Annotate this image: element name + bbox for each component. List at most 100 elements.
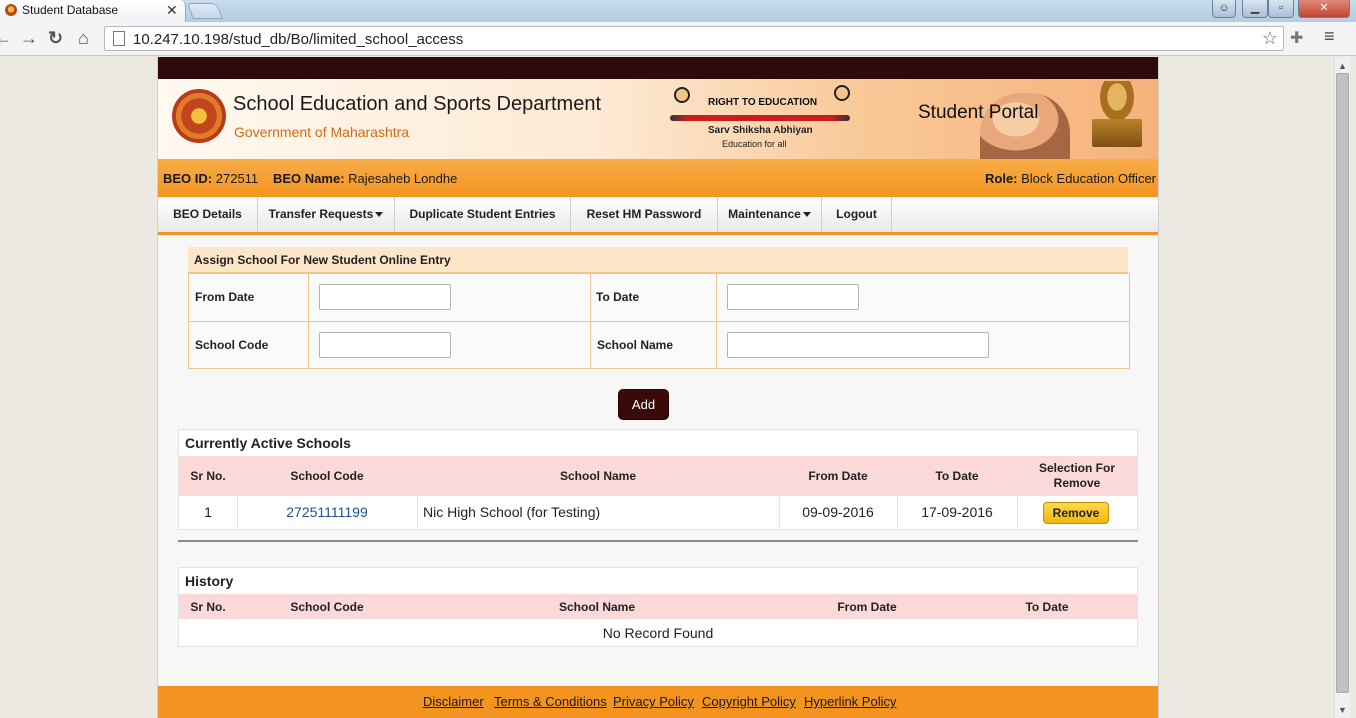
row-from-date: 09-09-2016: [802, 504, 874, 520]
page-icon: [113, 31, 125, 46]
back-icon[interactable]: ←: [0, 28, 12, 48]
rte-title: RIGHT TO EDUCATION: [708, 97, 818, 108]
user-icon[interactable]: ☺: [1212, 0, 1236, 18]
reload-icon[interactable]: ↻: [48, 28, 63, 48]
footer-link-hyperlink[interactable]: Hyperlink Policy: [804, 694, 896, 709]
forward-icon[interactable]: →: [20, 28, 38, 48]
menu-icon[interactable]: ≡: [1324, 26, 1335, 47]
footer-link-copyright[interactable]: Copyright Policy: [702, 694, 796, 709]
assign-school-form: From Date To Date School Code School Nam…: [188, 273, 1130, 369]
nav-beo-details[interactable]: BEO Details: [158, 197, 258, 232]
beo-name-value: Rajesaheb Londhe: [348, 171, 458, 186]
page-footer: Disclaimer Terms & Conditions Privacy Po…: [158, 686, 1158, 718]
page-scrollbar[interactable]: ▲ ▼: [1334, 57, 1350, 718]
caret-down-icon: [802, 212, 811, 218]
rte-subtitle: Sarv Shiksha Abhiyan: [708, 125, 813, 136]
history-title: History: [185, 573, 234, 589]
department-name: School Education and Sports Department: [233, 93, 601, 115]
col-sr-no: Sr No.: [190, 469, 226, 483]
government-name: Government of Maharashtra: [234, 124, 410, 140]
remove-button[interactable]: Remove: [1043, 502, 1109, 524]
school-code-label: School Code: [195, 338, 269, 352]
url-text[interactable]: 10.247.10.198/stud_db/Bo/limited_school_…: [133, 31, 463, 48]
school-name-input[interactable]: [727, 332, 989, 358]
school-code-input[interactable]: [319, 332, 451, 358]
address-bar[interactable]: 10.247.10.198/stud_db/Bo/limited_school_…: [104, 26, 1284, 51]
nav-duplicate-student-entries[interactable]: Duplicate Student Entries: [395, 197, 571, 232]
row-school-code-link[interactable]: 27251111199: [237, 504, 417, 520]
role-value: Block Education Officer: [1021, 171, 1157, 186]
child-icon: [834, 85, 850, 101]
cell-divider: [417, 496, 418, 529]
star-icon[interactable]: ☆: [1262, 28, 1278, 49]
to-date-input[interactable]: [727, 284, 859, 310]
nav-label: Transfer Requests: [268, 207, 374, 221]
col-school-name: School Name: [559, 469, 637, 483]
browser-tab[interactable]: Student Database ✕: [0, 0, 186, 22]
school-name-label: School Name: [597, 338, 674, 352]
minimize-icon[interactable]: ▁: [1242, 0, 1268, 18]
role: Role: Block Education Officer: [985, 171, 1156, 186]
browser-tabstrip: Student Database ✕ ☺ ▁ ▫ ✕: [0, 0, 1356, 22]
main-nav: BEO Details Transfer Requests Duplicate …: [158, 197, 1158, 235]
nav-maintenance[interactable]: Maintenance: [718, 197, 822, 232]
tab-title: Student Database: [22, 3, 119, 17]
nav-label: Duplicate Student Entries: [409, 207, 556, 221]
favicon-icon: [5, 4, 17, 16]
header-banner: School Education and Sports Department G…: [158, 79, 1158, 159]
maximize-icon[interactable]: ▫: [1268, 0, 1294, 18]
beo-id-label: BEO ID:: [163, 171, 213, 186]
top-bar: [158, 57, 1158, 79]
new-tab-button[interactable]: [187, 3, 223, 19]
col-school-name: School Name: [558, 600, 636, 614]
col-selection-for-remove: Selection For Remove: [1038, 461, 1115, 490]
footer-link-terms[interactable]: Terms & Conditions: [494, 694, 607, 709]
col-to-date: To Date: [935, 469, 979, 483]
row-sr-no: 1: [204, 504, 212, 520]
nav-transfer-requests[interactable]: Transfer Requests: [258, 197, 395, 232]
col-from-date: From Date: [808, 469, 868, 483]
active-schools-title: Currently Active Schools: [185, 435, 351, 451]
beo-name: BEO Name: Rajesaheb Londhe: [273, 171, 457, 186]
nav-logout[interactable]: Logout: [822, 197, 892, 232]
from-date-label: From Date: [195, 290, 255, 304]
role-label: Role:: [985, 171, 1018, 186]
window-close-icon[interactable]: ✕: [1298, 0, 1350, 18]
browser-toolbar: ← → ↻ ⌂ 10.247.10.198/stud_db/Bo/limited…: [0, 22, 1356, 56]
portal-title: Student Portal: [918, 102, 1039, 123]
close-icon[interactable]: ✕: [166, 2, 178, 19]
beo-name-label: BEO Name:: [273, 171, 345, 186]
section-divider: [178, 540, 1138, 542]
emblem-base: [1092, 119, 1142, 147]
scroll-up-icon[interactable]: ▲: [1338, 61, 1347, 71]
nav-label: BEO Details: [173, 207, 242, 221]
scroll-down-icon[interactable]: ▼: [1338, 705, 1347, 715]
footer-link-disclaimer[interactable]: Disclaimer: [423, 694, 484, 709]
extension-icon[interactable]: ✚: [1290, 28, 1303, 48]
beo-id-value: 272511: [215, 171, 259, 186]
col-sr-no: Sr No.: [190, 600, 226, 614]
child-icon: [674, 87, 690, 103]
beo-id: BEO ID: 272511: [163, 171, 258, 186]
row-to-date: 17-09-2016: [921, 504, 993, 520]
maharashtra-emblem-icon: [172, 89, 226, 143]
active-schools-section: Currently Active Schools Sr No. School C…: [178, 429, 1138, 530]
pencil-icon: [670, 115, 850, 121]
col-school-code: School Code: [290, 469, 364, 483]
home-icon[interactable]: ⌂: [78, 28, 89, 48]
footer-link-privacy[interactable]: Privacy Policy: [613, 694, 694, 709]
nav-reset-hm-password[interactable]: Reset HM Password: [571, 197, 718, 232]
nav-label: Logout: [836, 207, 877, 221]
caret-down-icon: [375, 212, 384, 218]
rte-tagline: Education for all: [722, 139, 787, 149]
from-date-input[interactable]: [319, 284, 451, 310]
nav-label: Reset HM Password: [586, 207, 702, 221]
history-table-header: Sr No. School Code School Name From Date…: [179, 594, 1137, 619]
to-date-label: To Date: [596, 290, 640, 304]
cell-divider: [1017, 496, 1018, 529]
scroll-thumb[interactable]: [1336, 73, 1349, 693]
add-button[interactable]: Add: [618, 389, 669, 420]
row-school-name: Nic High School (for Testing): [423, 504, 601, 520]
active-table-header: Sr No. School Code School Name From Date…: [179, 456, 1137, 496]
col-to-date: To Date: [1025, 600, 1069, 614]
